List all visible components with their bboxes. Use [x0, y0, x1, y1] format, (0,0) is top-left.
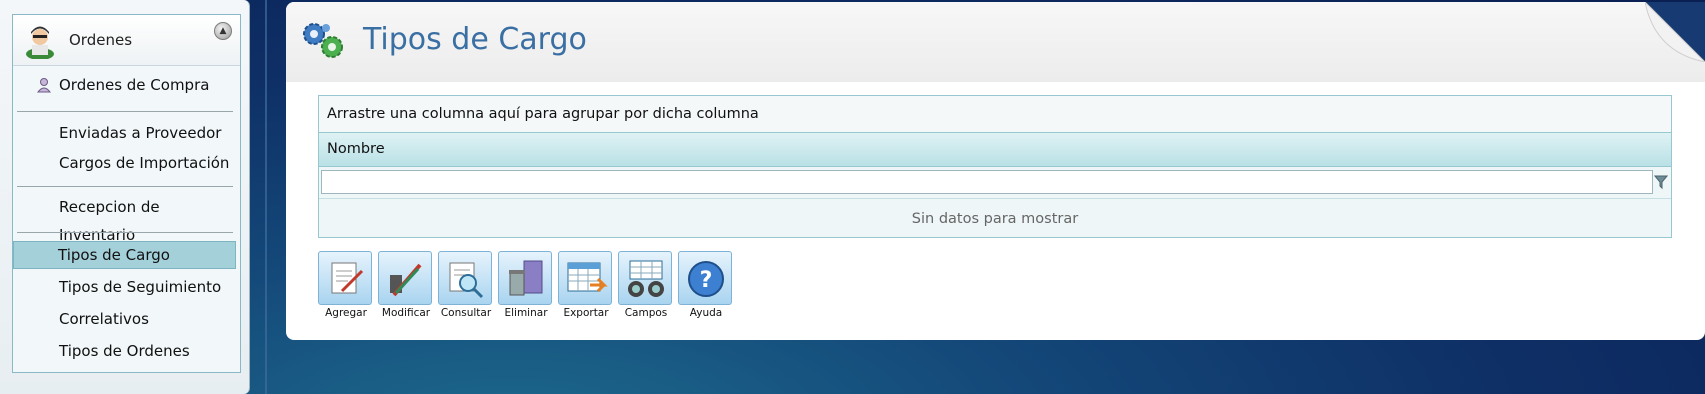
- page-curl-icon: [1645, 2, 1705, 62]
- group-panel[interactable]: Arrastre una columna aquí para agrupar p…: [319, 96, 1671, 133]
- sidebar-item-cargos-de-importacion[interactable]: Cargos de Importación: [14, 149, 236, 177]
- sidebar-item-label: Tipos de Cargo: [58, 246, 170, 264]
- modify-button-label: Modificar: [381, 307, 431, 319]
- sidebar-item-label: Enviadas a Proveedor: [59, 124, 222, 142]
- divider: [17, 232, 233, 233]
- splitter[interactable]: [265, 0, 267, 394]
- empty-message: Sin datos para mostrar: [911, 211, 1079, 227]
- sidebar-item-label: Tipos de Seguimiento: [59, 278, 222, 296]
- user-avatar-icon: [26, 26, 54, 59]
- binoculars-icon: [628, 260, 664, 297]
- edit-pencils-icon: [390, 263, 422, 297]
- sidebar-item-enviadas-a-proveedor[interactable]: Enviadas a Proveedor: [14, 119, 236, 147]
- fields-button[interactable]: Campos: [618, 251, 674, 319]
- sidebar: Ordenes ▲ Ordenes de Compra Enviadas a P…: [0, 0, 250, 394]
- filter-input[interactable]: [321, 170, 1653, 194]
- sidebar-item-label: Tipos de Ordenes: [59, 342, 190, 360]
- export-spreadsheet-icon: [567, 262, 608, 293]
- sidebar-item-label: Correlativos: [59, 310, 149, 328]
- sidebar-item-label: Cargos de Importación: [59, 154, 230, 172]
- svg-text:?: ?: [700, 268, 713, 293]
- divider: [17, 111, 233, 112]
- help-button[interactable]: ? Ayuda: [678, 251, 734, 319]
- sidebar-header: Ordenes ▲: [13, 15, 240, 66]
- main-panel: Tipos de Cargo Arrastre una columna aquí…: [286, 2, 1705, 340]
- search-document-icon: [449, 262, 484, 299]
- export-button-label: Exportar: [563, 307, 609, 319]
- divider: [17, 186, 233, 187]
- sidebar-title: Ordenes: [69, 31, 133, 49]
- filter-icon[interactable]: [1654, 174, 1668, 190]
- help-icon: ?: [688, 261, 724, 297]
- sidebar-item-correlativos[interactable]: Correlativos: [14, 305, 236, 333]
- user-icon: [36, 78, 52, 93]
- sidebar-item-ordenes-de-compra[interactable]: Ordenes de Compra: [14, 71, 236, 99]
- sidebar-item-label: Ordenes de Compra: [59, 76, 210, 94]
- sidebar-item-tipos-de-seguimiento[interactable]: Tipos de Seguimiento: [14, 273, 236, 301]
- delete-button[interactable]: Eliminar: [498, 251, 554, 319]
- export-button[interactable]: Exportar: [558, 251, 614, 319]
- consult-button[interactable]: Consultar: [438, 251, 494, 319]
- page-header: Tipos de Cargo: [286, 2, 1705, 82]
- filter-row: [319, 167, 1671, 199]
- column-header-nombre[interactable]: Nombre: [319, 133, 1671, 167]
- sidebar-item-recepcion-de-inventario[interactable]: Recepcion de Inventario: [14, 193, 236, 244]
- sidebar-item-tipos-de-ordenes[interactable]: Tipos de Ordenes: [14, 337, 236, 365]
- sidebar-item-label: Recepcion de Inventario: [59, 198, 160, 244]
- data-grid: Arrastre una columna aquí para agrupar p…: [318, 95, 1672, 238]
- modify-button[interactable]: Modificar: [378, 251, 434, 319]
- add-button[interactable]: Agregar: [318, 251, 374, 319]
- add-document-icon: [331, 262, 364, 294]
- delete-button-label: Eliminar: [504, 307, 548, 319]
- sidebar-item-tipos-de-cargo[interactable]: Tipos de Cargo: [13, 241, 236, 269]
- add-button-label: Agregar: [325, 307, 367, 319]
- trash-icon: [509, 260, 543, 296]
- collapse-icon[interactable]: ▲: [214, 22, 232, 40]
- fields-button-label: Campos: [624, 307, 668, 319]
- consult-button-label: Consultar: [440, 307, 492, 319]
- sidebar-panel: Ordenes ▲ Ordenes de Compra Enviadas a P…: [12, 14, 241, 373]
- gears-icon: [303, 23, 343, 58]
- help-button-label: Ayuda: [689, 307, 723, 319]
- page-title: Tipos de Cargo: [363, 22, 587, 57]
